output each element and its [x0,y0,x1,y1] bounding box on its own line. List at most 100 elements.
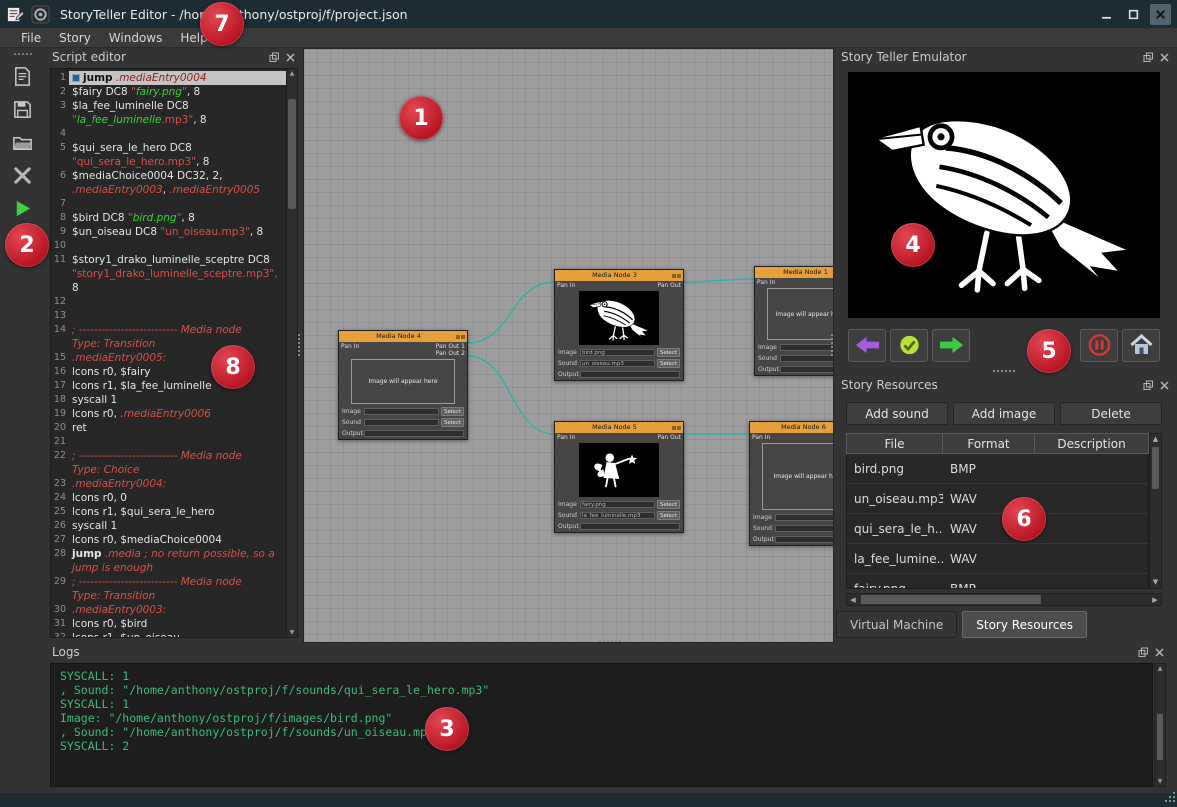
script-line[interactable]: 12 [51,295,286,309]
script-line[interactable]: 29; -------------------------- Media nod… [51,575,286,589]
maximize-button[interactable] [1123,4,1144,25]
script-line[interactable]: 23.mediaEntry0004: [51,477,286,491]
close-dock-icon[interactable] [285,52,296,63]
node-titlebar[interactable]: Media Node 5 [555,422,683,433]
node-close-icon[interactable] [677,274,681,278]
node-titlebar[interactable]: Media Node 4 [339,331,467,342]
script-line[interactable]: 13 [51,309,286,323]
scroll-up-icon[interactable]: ▲ [1150,434,1161,445]
toolbar-drag-handle[interactable] [14,53,32,55]
script-line[interactable]: "qui_sera_le_hero.mp3", 8 [51,155,286,169]
script-line[interactable]: "la_fee_luminelle.mp3", 8 [51,113,286,127]
node-port-out[interactable]: Pan Out [657,282,681,289]
script-line[interactable]: 21 [51,435,286,449]
script-line[interactable]: "story1_drako_luminelle_sceptre.mp3", [51,267,286,281]
table-row[interactable]: fairy.pngBMP [847,574,1148,589]
node-port-out[interactable]: Pan Out 2 [436,350,465,357]
pause-button[interactable] [1080,329,1118,362]
new-script-button[interactable] [9,63,37,90]
run-button[interactable] [9,195,37,222]
script-line[interactable]: Type: Transition [51,589,286,603]
tab-virtual-machine[interactable]: Virtual Machine [836,611,957,638]
node-sound-select-button[interactable]: Select [441,418,464,427]
node-titlebar[interactable]: Media Node 1 [755,267,834,278]
node-port-out[interactable]: Pan Out 1 [436,343,465,350]
close-button[interactable] [1150,4,1171,25]
column-header-file[interactable]: File [847,434,943,453]
script-editor[interactable]: 1jump .mediaEntry00042$fairy DC8 "fairy.… [50,68,298,638]
script-line[interactable]: 6$mediaChoice0004 DC32, 2, [51,169,286,183]
tab-story-resources[interactable]: Story Resources [962,611,1087,638]
script-line[interactable]: 2$fairy DC8 "fairy.png", 8 [51,85,286,99]
minimize-button[interactable] [1096,4,1117,25]
float-dock-icon[interactable] [269,52,280,63]
scroll-up-icon[interactable]: ▲ [287,70,297,77]
menu-item-story[interactable]: Story [50,30,100,46]
splitter-handle[interactable] [831,334,833,356]
node-close-icon[interactable] [677,426,681,430]
script-line[interactable]: 19lcons r0, .mediaEntry0006 [51,407,286,421]
column-header-format[interactable]: Format [943,434,1035,453]
script-line[interactable]: 30.mediaEntry0003: [51,603,286,617]
scroll-left-icon[interactable]: ◀ [847,596,859,604]
logs-scrollbar[interactable]: ▲ ▼ [1154,663,1166,787]
script-line[interactable]: 8 [51,281,286,295]
scroll-down-icon[interactable]: ▼ [287,629,297,636]
add-image-button[interactable]: Add image [953,402,1055,425]
close-project-button[interactable] [9,162,37,189]
script-line[interactable]: 3$la_fee_luminelle DC8 [51,99,286,113]
scroll-thumb[interactable] [288,99,296,209]
script-line[interactable]: Type: Choice [51,463,286,477]
script-line[interactable]: 20ret [51,421,286,435]
scroll-down-icon[interactable]: ▼ [1150,577,1161,588]
node-close-icon[interactable] [461,335,465,339]
table-hscrollbar[interactable]: ◀ ▶ [846,593,1162,606]
scroll-down-icon[interactable]: ▼ [1155,778,1165,785]
table-row[interactable]: bird.pngBMP [847,454,1148,484]
script-line[interactable]: 17lcons r1, $la_fee_luminelle [51,379,286,393]
node-sound-select-button[interactable]: Select [657,359,680,368]
splitter-handle[interactable] [993,370,1015,372]
column-header-description[interactable]: Description [1035,434,1148,453]
script-line[interactable]: 18syscall 1 [51,393,286,407]
script-line[interactable]: 4 [51,127,286,141]
save-button[interactable] [9,96,37,123]
open-button[interactable] [9,129,37,156]
float-dock-icon[interactable] [1138,647,1149,658]
graph-node-n3[interactable]: Media Node 3Pan InPan Out Imagebird.pngS… [554,269,684,381]
table-row[interactable]: qui_sera_le_h...WAV [847,514,1148,544]
close-dock-icon[interactable] [1159,52,1170,63]
close-dock-icon[interactable] [1154,647,1165,658]
node-port-in[interactable]: Pan In [341,343,359,350]
script-line[interactable]: Type: Transition [51,337,286,351]
node-minimize-icon[interactable] [456,335,460,339]
node-port-in[interactable]: Pan In [557,434,575,441]
script-line[interactable]: 5$qui_sera_le_hero DC8 [51,141,286,155]
node-titlebar[interactable]: Media Node 3 [555,270,683,281]
home-button[interactable] [1122,329,1160,362]
script-line[interactable]: .mediaEntry0003, .mediaEntry0005 [51,183,286,197]
splitter-handle[interactable] [298,334,300,356]
table-row[interactable]: un_oiseau.mp3WAV [847,484,1148,514]
menu-item-file[interactable]: File [12,30,50,46]
node-sound-select-button[interactable]: Select [657,511,680,520]
scroll-thumb[interactable] [861,595,1041,604]
menu-item-windows[interactable]: Windows [100,30,172,46]
script-line[interactable]: 26syscall 1 [51,519,286,533]
node-minimize-icon[interactable] [672,426,676,430]
script-line[interactable]: 1jump .mediaEntry0004 [51,71,286,85]
back-button[interactable] [848,329,886,362]
script-line[interactable]: 10 [51,239,286,253]
splitter-handle[interactable] [599,640,621,642]
float-dock-icon[interactable] [1143,52,1154,63]
script-line[interactable]: 32lcons r1, $un_oiseau [51,631,286,637]
scroll-right-icon[interactable]: ▶ [1149,596,1161,604]
node-image-select-button[interactable]: Select [441,407,464,416]
script-line[interactable]: 8$bird DC8 "bird.png", 8 [51,211,286,225]
script-line[interactable]: 31lcons r0, $bird [51,617,286,631]
script-line[interactable]: 9$un_oiseau DC8 "un_oiseau.mp3", 8 [51,225,286,239]
script-line[interactable]: jump is enough [51,561,286,575]
next-button[interactable] [932,329,970,362]
node-port-out[interactable]: Pan Out [657,434,681,441]
script-line[interactable]: 28jump .media ; no return possible, so a [51,547,286,561]
